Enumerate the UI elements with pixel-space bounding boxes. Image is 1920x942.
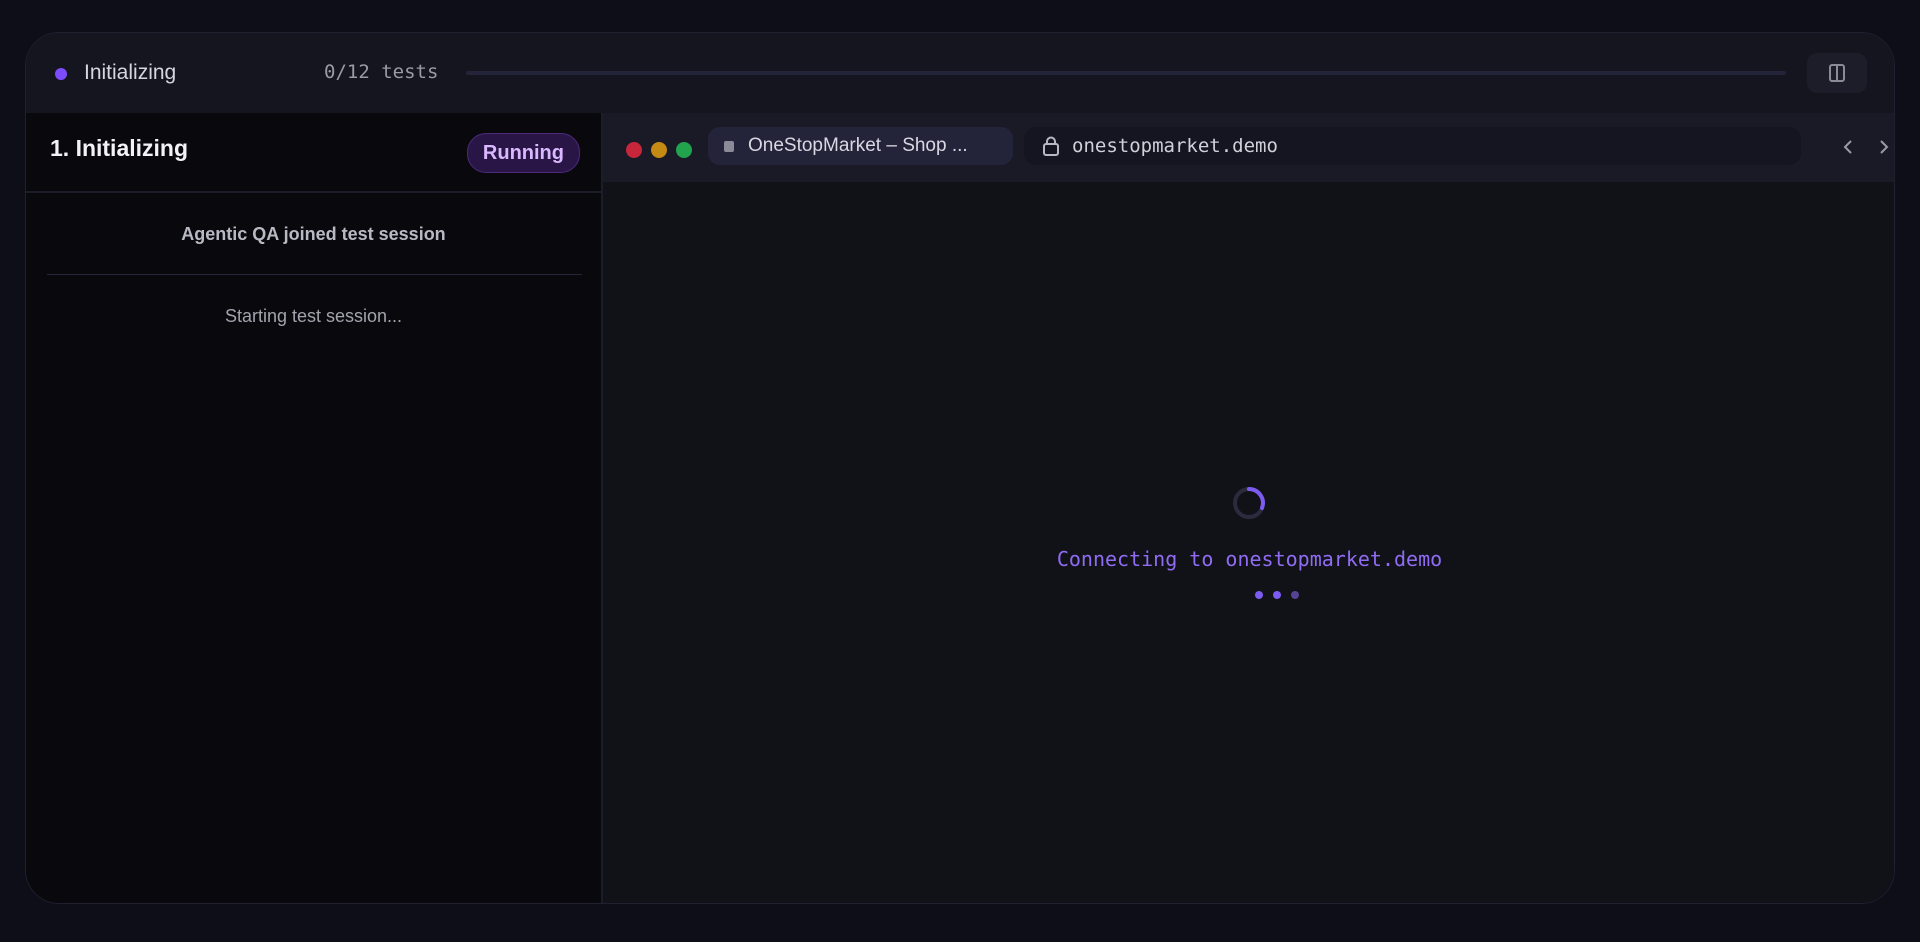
chevron-left-icon — [1843, 140, 1852, 154]
status-badge: Running — [466, 133, 580, 173]
panel-toggle-icon — [1829, 64, 1845, 82]
test-steps-panel: 1. Initializing Running Agentic QA joine… — [26, 113, 603, 903]
lock-icon — [1043, 136, 1059, 156]
log-item-joined: Agentic QA joined test session — [181, 224, 446, 244]
status-dot — [55, 68, 67, 80]
spinner-icon — [1233, 487, 1265, 519]
chevron-right-icon — [1880, 140, 1889, 154]
connecting-message: Connecting to onestopmarket.demo — [1056, 547, 1443, 571]
status-bar: Initializing 0/12 tests — [26, 33, 1894, 113]
minimize-window-dot[interactable] — [651, 142, 667, 158]
browser-preview: OneStopMarket – Shop ... onestopmarket.d… — [603, 113, 1894, 903]
panel-toggle-button[interactable] — [1807, 53, 1867, 93]
browser-toolbar: OneStopMarket – Shop ... onestopmarket.d… — [603, 113, 1894, 182]
loading-dot — [1273, 591, 1281, 599]
step-header: 1. Initializing Running — [26, 113, 601, 193]
step-title: 1. Initializing — [50, 135, 189, 161]
favicon-icon — [724, 140, 734, 152]
loading-dots — [1255, 591, 1299, 599]
browser-tab[interactable]: OneStopMarket – Shop ... — [708, 127, 1013, 165]
forward-button[interactable] — [1872, 135, 1894, 159]
app-window: Initializing 0/12 tests 1. Initializing … — [25, 32, 1895, 904]
loading-dot — [1291, 591, 1299, 599]
loading-dot — [1255, 591, 1263, 599]
tab-title: OneStopMarket – Shop ... — [748, 135, 968, 156]
back-button[interactable] — [1836, 135, 1860, 159]
address-text: onestopmarket.demo — [1072, 135, 1278, 157]
log-item-starting: Starting test session... — [224, 306, 403, 326]
browser-viewport: Connecting to onestopmarket.demo — [603, 182, 1894, 903]
address-bar[interactable]: onestopmarket.demo — [1024, 127, 1801, 165]
log-divider — [47, 274, 582, 275]
close-window-dot[interactable] — [626, 142, 642, 158]
maximize-window-dot[interactable] — [676, 142, 692, 158]
test-count: 0/12 tests — [324, 61, 439, 83]
status-label: Initializing — [84, 61, 177, 84]
progress-bar — [466, 71, 1786, 75]
